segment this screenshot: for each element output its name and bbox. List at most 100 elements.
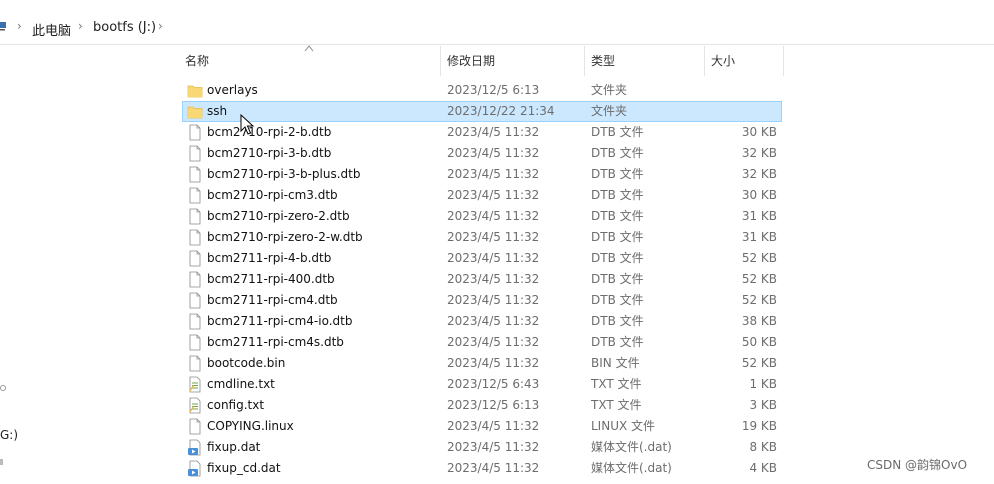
- file-row[interactable]: bootcode.bin 2023/4/5 11:32 BIN 文件 52 KB: [182, 353, 782, 374]
- file-icon: [187, 313, 203, 330]
- column-divider[interactable]: [584, 46, 585, 76]
- file-name: bcm2710-rpi-cm3.dtb: [207, 188, 338, 202]
- file-date: 2023/4/5 11:32: [447, 188, 540, 202]
- file-row[interactable]: bcm2711-rpi-400.dtb 2023/4/5 11:32 DTB 文件 5…: [182, 269, 782, 290]
- file-name: overlays: [207, 83, 258, 97]
- file-name: bcm2710-rpi-3-b.dtb: [207, 146, 332, 160]
- column-header-size[interactable]: 大小: [711, 46, 783, 76]
- file-type: DTB 文件: [591, 188, 644, 202]
- file-size: 32 KB: [741, 167, 777, 181]
- file-size: 30 KB: [741, 188, 777, 202]
- navigation-pane: G:): [0, 44, 170, 479]
- file-icon: [187, 124, 203, 141]
- file-type: 媒体文件(.dat): [591, 440, 672, 454]
- file-row[interactable]: bcm2711-rpi-cm4s.dtb 2023/4/5 11:32 DTB 文件…: [182, 332, 782, 353]
- address-bar[interactable]: › 此电脑 › bootfs (J:) ›: [0, 12, 994, 45]
- file-row[interactable]: bcm2710-rpi-zero-2.dtb 2023/4/5 11:32 DTB …: [182, 206, 782, 227]
- file-icon: [187, 145, 203, 162]
- text-file-icon: [187, 397, 203, 414]
- file-type: TXT 文件: [591, 377, 642, 391]
- file-size: 4 KB: [749, 461, 777, 475]
- file-date: 2023/4/5 11:32: [447, 314, 540, 328]
- file-name: COPYING.linux: [207, 419, 294, 433]
- file-row[interactable]: bcm2711-rpi-cm4.dtb 2023/4/5 11:32 DTB 文件 5…: [182, 290, 782, 311]
- file-row[interactable]: fixup.dat 2023/4/5 11:32 媒体文件(.dat) 8 KB: [182, 437, 782, 458]
- column-header-name[interactable]: 名称: [185, 46, 440, 76]
- nav-item-fragment: [0, 459, 3, 465]
- file-icon: [187, 250, 203, 267]
- file-name: bcm2710-rpi-2-b.dtb: [207, 125, 332, 139]
- file-type: 文件夹: [591, 83, 628, 97]
- file-date: 2023/4/5 11:32: [447, 461, 540, 475]
- file-row[interactable]: config.txt 2023/12/5 6:13 TXT 文件 3 KB: [182, 395, 782, 416]
- column-divider[interactable]: [704, 46, 705, 76]
- file-type: DTB 文件: [591, 335, 644, 349]
- file-row[interactable]: overlays 2023/12/5 6:13 文件夹: [182, 80, 782, 101]
- file-name: ssh: [207, 104, 228, 118]
- file-row[interactable]: bcm2710-rpi-3-b.dtb 2023/4/5 11:32 DTB 文件 3…: [182, 143, 782, 164]
- nav-item-fragment: [0, 385, 6, 391]
- file-type: DTB 文件: [591, 167, 644, 181]
- file-row[interactable]: bcm2710-rpi-cm3.dtb 2023/4/5 11:32 DTB 文件 3…: [182, 185, 782, 206]
- file-date: 2023/4/5 11:32: [447, 419, 540, 433]
- this-pc-icon: [0, 22, 6, 31]
- file-date: 2023/4/5 11:32: [447, 167, 540, 181]
- file-row[interactable]: bcm2710-rpi-3-b-plus.dtb 2023/4/5 11:32 DT…: [182, 164, 782, 185]
- file-icon: [187, 418, 203, 435]
- breadcrumb-separator: ›: [78, 19, 83, 33]
- file-name: bcm2711-rpi-4-b.dtb: [207, 251, 332, 265]
- file-name: bcm2710-rpi-zero-2-w.dtb: [207, 230, 363, 244]
- file-date: 2023/4/5 11:32: [447, 209, 540, 223]
- file-size: 31 KB: [741, 209, 777, 223]
- file-date: 2023/4/5 11:32: [447, 335, 540, 349]
- file-date: 2023/4/5 11:32: [447, 272, 540, 286]
- file-size: 52 KB: [741, 251, 777, 265]
- file-type: 媒体文件(.dat): [591, 461, 672, 475]
- breadcrumb-bootfs[interactable]: bootfs (J:): [93, 20, 156, 35]
- nav-item-drive-g[interactable]: G:): [0, 428, 18, 442]
- file-name: bcm2711-rpi-cm4s.dtb: [207, 335, 344, 349]
- file-type: DTB 文件: [591, 230, 644, 244]
- file-row[interactable]: COPYING.linux 2023/4/5 11:32 LINUX 文件 19 KB: [182, 416, 782, 437]
- file-date: 2023/4/5 11:32: [447, 251, 540, 265]
- column-divider[interactable]: [783, 46, 784, 76]
- file-size: 30 KB: [741, 125, 777, 139]
- column-header-date[interactable]: 修改日期: [447, 46, 584, 76]
- breadcrumb-this-pc[interactable]: 此电脑: [32, 20, 71, 39]
- file-date: 2023/4/5 11:32: [447, 440, 540, 454]
- file-date: 2023/4/5 11:32: [447, 146, 540, 160]
- file-type: LINUX 文件: [591, 419, 656, 433]
- file-row[interactable]: fixup_cd.dat 2023/4/5 11:32 媒体文件(.dat) 4 KB: [182, 458, 782, 479]
- file-type: 文件夹: [591, 104, 628, 118]
- file-row[interactable]: ssh 2023/12/22 21:34 文件夹: [182, 101, 782, 122]
- file-name: fixup.dat: [207, 440, 261, 454]
- file-row[interactable]: bcm2710-rpi-zero-2-w.dtb 2023/4/5 11:32 DT…: [182, 227, 782, 248]
- file-date: 2023/12/5 6:43: [447, 377, 540, 391]
- file-type: TXT 文件: [591, 398, 642, 412]
- file-name: bootcode.bin: [207, 356, 286, 370]
- file-type: DTB 文件: [591, 272, 644, 286]
- file-date: 2023/4/5 11:32: [447, 230, 540, 244]
- text-file-icon: [187, 376, 203, 393]
- file-size: 8 KB: [749, 440, 777, 454]
- file-date: 2023/12/5 6:13: [447, 83, 540, 97]
- file-icon: [187, 355, 203, 372]
- file-icon: [187, 229, 203, 246]
- media-file-icon: [187, 439, 203, 456]
- file-row[interactable]: cmdline.txt 2023/12/5 6:43 TXT 文件 1 KB: [182, 374, 782, 395]
- file-icon: [187, 187, 203, 204]
- file-type: DTB 文件: [591, 146, 644, 160]
- file-row[interactable]: bcm2711-rpi-4-b.dtb 2023/4/5 11:32 DTB 文件 5…: [182, 248, 782, 269]
- file-date: 2023/12/5 6:13: [447, 398, 540, 412]
- file-row[interactable]: bcm2711-rpi-cm4-io.dtb 2023/4/5 11:32 DTB …: [182, 311, 782, 332]
- file-size: 52 KB: [741, 272, 777, 286]
- column-header-type[interactable]: 类型: [591, 46, 704, 76]
- breadcrumb-separator: ›: [158, 19, 163, 33]
- file-date: 2023/12/22 21:34: [447, 104, 555, 118]
- file-size: 52 KB: [741, 293, 777, 307]
- column-divider[interactable]: [440, 46, 441, 76]
- file-icon: [187, 334, 203, 351]
- file-size: 52 KB: [741, 356, 777, 370]
- file-row[interactable]: bcm2710-rpi-2-b.dtb 2023/4/5 11:32 DTB 文件 3…: [182, 122, 782, 143]
- file-size: 1 KB: [749, 377, 777, 391]
